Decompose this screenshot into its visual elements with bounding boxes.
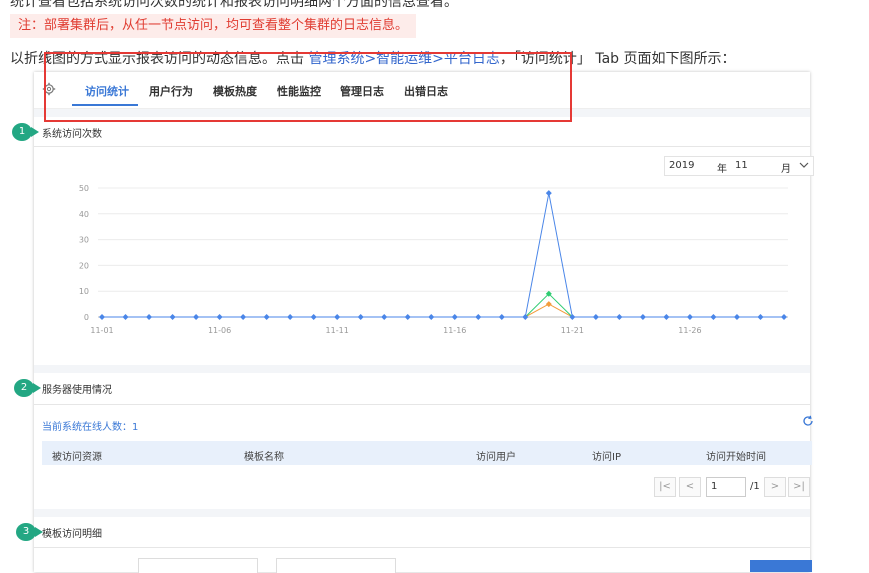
- data-point: [757, 314, 764, 320]
- first-page-button[interactable]: |<: [654, 477, 676, 497]
- y-tick-label: 10: [79, 287, 89, 296]
- data-point: [146, 314, 153, 320]
- section-divider: [34, 547, 810, 548]
- section-title-template-detail: 模板访问明细: [42, 529, 102, 540]
- refresh-icon[interactable]: [802, 415, 814, 427]
- data-point: [193, 314, 200, 320]
- x-tick-label: 11-21: [561, 326, 584, 335]
- data-point: [169, 314, 176, 320]
- x-tick-label: 11-11: [326, 326, 349, 335]
- col-ip: 访问IP: [592, 452, 621, 463]
- chevron-down-icon[interactable]: [799, 161, 809, 169]
- month-label: 月: [781, 164, 791, 175]
- data-point: [545, 190, 552, 197]
- data-point: [498, 314, 505, 320]
- step-badge-3: 3: [16, 523, 43, 541]
- next-page-button[interactable]: >: [764, 477, 786, 497]
- year-label: 年: [717, 164, 727, 175]
- data-point: [545, 301, 552, 308]
- y-tick-label: 0: [84, 313, 89, 322]
- data-point: [287, 314, 294, 320]
- data-point: [240, 314, 247, 320]
- x-tick-label: 11-26: [678, 326, 701, 335]
- series-line: [102, 293, 784, 318]
- step-badge-2: 2: [14, 379, 41, 397]
- month-picker[interactable]: 2019 年 11 月: [664, 156, 814, 176]
- x-tick-label: 11-06: [208, 326, 231, 335]
- data-point: [263, 314, 270, 320]
- section-title-server: 服务器使用情况: [42, 385, 112, 396]
- data-point: [404, 314, 411, 320]
- col-resource: 被访问资源: [52, 452, 102, 463]
- table-header: 被访问资源 模板名称 访问用户 访问IP 访问开始时间: [42, 441, 812, 465]
- data-point: [592, 314, 599, 320]
- x-tick-label: 11-16: [443, 326, 466, 335]
- data-point: [334, 314, 341, 320]
- prev-page-button[interactable]: <: [679, 477, 701, 497]
- filter-input[interactable]: [276, 558, 396, 573]
- data-point: [639, 314, 646, 320]
- x-tick-label: 11-01: [90, 326, 113, 335]
- online-users-count: 当前系统在线人数：1: [42, 422, 139, 433]
- year-value: 2019: [669, 160, 695, 171]
- y-tick-label: 40: [79, 210, 89, 219]
- data-point: [357, 314, 364, 320]
- data-point: [122, 314, 129, 320]
- col-user: 访问用户: [476, 452, 516, 463]
- doc-text-cut: 统计查看包括系统访问次数的统计和报表访问明细两个方面的信息查看。: [10, 0, 458, 10]
- step-badge-1: 1: [12, 123, 39, 141]
- y-tick-label: 20: [79, 261, 89, 270]
- data-point: [663, 314, 670, 320]
- section-separator: [34, 365, 810, 373]
- data-point: [451, 314, 458, 320]
- data-point: [781, 314, 787, 320]
- data-point: [733, 314, 740, 320]
- section-title-visits: 系统访问次数: [42, 129, 102, 140]
- month-value: 11: [735, 160, 748, 171]
- series-line: [102, 303, 784, 318]
- col-start-time: 访问开始时间: [706, 452, 766, 463]
- screenshot-frame: 访问统计 用户行为 模板热度 性能监控 管理日志 出错日志 系统访问次数 201…: [34, 72, 814, 573]
- data-point: [710, 314, 717, 320]
- data-point: [616, 314, 623, 320]
- data-point: [216, 314, 223, 320]
- page-input[interactable]: 1: [706, 477, 746, 497]
- visits-line-chart: 0 10 20 30 40 50 11-01 11-06 11-11 11-16 11-21 11-2…: [79, 184, 788, 335]
- query-button[interactable]: [750, 560, 812, 572]
- y-tick-label: 50: [79, 184, 89, 193]
- data-point: [310, 314, 317, 320]
- data-point: [428, 314, 435, 320]
- page-total: /1: [750, 481, 760, 492]
- data-point: [686, 314, 693, 320]
- section-divider: [34, 404, 810, 405]
- col-template-name: 模板名称: [244, 452, 284, 463]
- section-divider: [34, 146, 810, 147]
- y-tick-label: 30: [79, 236, 89, 245]
- data-point: [475, 314, 482, 320]
- note-banner: 注：部署集群后，从任一节点访问，均可查看整个集群的日志信息。: [10, 14, 417, 38]
- data-point: [99, 314, 105, 320]
- section-separator: [34, 509, 810, 517]
- last-page-button[interactable]: >|: [788, 477, 810, 497]
- highlight-box: [44, 52, 572, 122]
- data-point: [381, 314, 388, 320]
- series-line: [102, 193, 784, 318]
- filter-input[interactable]: [138, 558, 258, 573]
